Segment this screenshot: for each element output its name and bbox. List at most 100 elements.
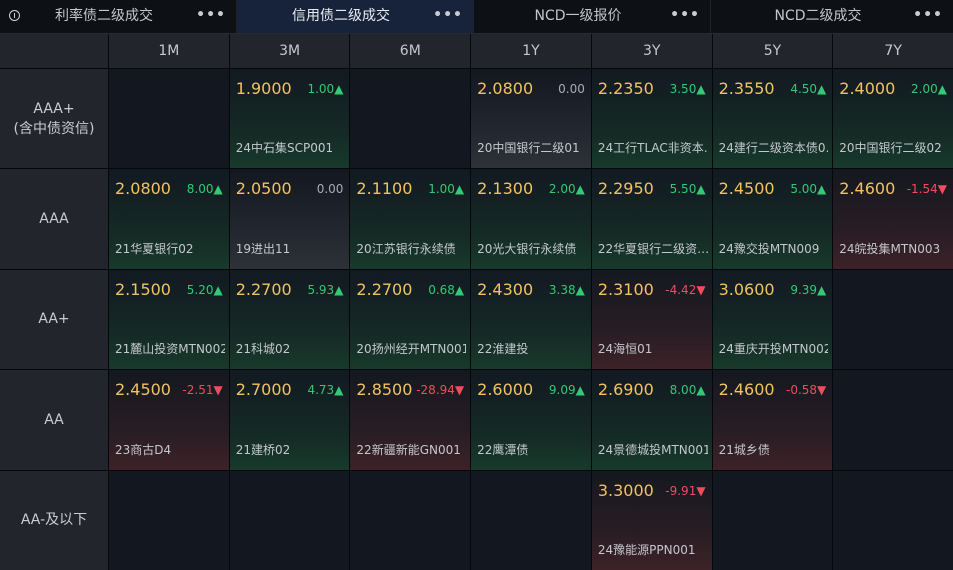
bond-name: 22淮建投 — [477, 342, 529, 357]
yield-rate: 2.2700 — [356, 279, 413, 299]
bp-change: -28.94▼ — [416, 383, 465, 398]
bp-change: 8.00▲ — [669, 383, 706, 398]
yield-rate: 2.6000 — [477, 380, 534, 400]
bond-name: 21建桥02 — [235, 442, 291, 457]
yield-matrix: 1M 3M 6M 1Y 3Y 5Y 7Y AAA+ (含中债资信) 1.9000 1.… — [0, 34, 953, 570]
more-dots-icon[interactable]: ••• — [913, 0, 943, 30]
bond-cell[interactable]: 2.0800 8.00▲ 21华夏银行02 — [109, 169, 229, 269]
column-header-5y[interactable]: 5Y — [712, 34, 833, 68]
column-header-1m[interactable]: 1M — [109, 34, 229, 68]
row-header-label: AAA — [39, 211, 69, 228]
bp-change: 4.50▲ — [790, 82, 827, 96]
yield-rate: 3.3000 — [597, 480, 654, 500]
bp-change: 1.00▲ — [307, 82, 344, 96]
tab-label: 信用债二级成交 — [292, 8, 390, 24]
row-header-label: (含中债资信) — [13, 120, 95, 137]
bond-cell[interactable]: 2.4000 2.00▲ 20中国银行二级02 — [833, 69, 953, 169]
bond-cell[interactable]: 2.0500 0.00 19进出11 — [229, 169, 350, 269]
bond-name: 22鹰潭债 — [477, 442, 529, 457]
tab-ncd-secondary[interactable]: NCD二级成交 ••• — [711, 0, 953, 33]
more-dots-icon[interactable]: ••• — [433, 0, 463, 30]
bond-cell[interactable]: 2.2350 3.50▲ 24工行TLAC非资本… — [591, 69, 712, 169]
bond-cell[interactable]: 2.8500 -28.94▼ 22新疆新能GN001 — [350, 370, 471, 470]
bond-name: 23商古D4 — [115, 442, 172, 457]
empty-cell — [833, 269, 953, 370]
yield-rate: 2.4500 — [718, 179, 775, 199]
column-header-7y[interactable]: 7Y — [833, 34, 953, 68]
bond-name: 24豫能源PPN001 — [597, 543, 696, 557]
bp-change: 8.00▲ — [186, 182, 223, 197]
row-header-label: AA — [44, 411, 64, 428]
empty-cell — [833, 470, 953, 570]
bond-cell[interactable]: 2.4600 -1.54▼ 24皖投集MTN003 — [833, 169, 953, 269]
more-dots-icon[interactable]: ••• — [670, 0, 700, 30]
yield-rate: 2.4300 — [477, 279, 534, 299]
bond-cell[interactable]: 2.3550 4.50▲ 24建行二级资本债0… — [712, 69, 833, 169]
bond-cell[interactable]: 3.3000 -9.91▼ 24豫能源PPN001 — [591, 470, 712, 570]
bond-cell[interactable]: 2.4600 -0.58▼ 21城乡债 — [712, 370, 833, 470]
column-header-3y[interactable]: 3Y — [591, 34, 712, 68]
bp-change: 9.09▲ — [548, 383, 585, 398]
bond-cell[interactable]: 2.6000 9.09▲ 22鹰潭债 — [471, 370, 591, 470]
bond-name: 21麓山投资MTN002 — [115, 342, 225, 357]
tab-rate-bond-secondary[interactable]: 利率债二级成交 ••• — [0, 0, 237, 33]
bp-change: -0.58▼ — [786, 383, 827, 398]
row-header: AA — [0, 370, 108, 470]
bond-name: 24建行二级资本债0… — [718, 141, 829, 156]
bond-name: 20中国银行二级01 — [477, 141, 580, 156]
bp-change: -9.91▼ — [665, 483, 706, 498]
tab-label: 利率债二级成交 — [55, 8, 153, 24]
row-header-label: AA-及以下 — [20, 512, 88, 529]
bond-cell[interactable]: 2.2700 0.68▲ 20扬州经开MTN001 — [350, 269, 471, 370]
bond-cell[interactable]: 2.1100 1.00▲ 20江苏银行永续债 — [350, 169, 471, 269]
row-header: AA-及以下 — [0, 470, 108, 570]
bond-cell[interactable]: 2.7000 4.73▲ 21建桥02 — [229, 370, 350, 470]
bond-cell[interactable]: 1.9000 1.00▲ 24中石集SCP001 — [229, 69, 350, 169]
column-header-3m[interactable]: 3M — [229, 34, 350, 68]
yield-rate: 2.3100 — [597, 279, 654, 299]
bond-cell[interactable]: 2.4500 -2.51▼ 23商古D4 — [109, 370, 229, 470]
bond-name: 21城乡债 — [718, 442, 770, 457]
bond-name: 24工行TLAC非资本… — [597, 141, 708, 156]
bp-change: 9.39▲ — [790, 282, 827, 297]
bp-change: 1.00▲ — [428, 182, 465, 197]
matrix-corner — [0, 34, 108, 68]
yield-rate: 2.4600 — [839, 179, 896, 199]
row-header: AA+ — [0, 269, 108, 370]
bond-name: 24中石集SCP001 — [235, 141, 334, 156]
bond-name: 24豫交投MTN009 — [718, 241, 820, 256]
tab-bar: 利率债二级成交 ••• 信用债二级成交 ••• NCD一级报价 ••• NCD二… — [0, 0, 953, 34]
bond-name: 20中国银行二级02 — [839, 141, 942, 156]
column-header-6m[interactable]: 6M — [350, 34, 471, 68]
bond-cell[interactable]: 2.0800 0.00 20中国银行二级01 — [471, 69, 591, 169]
yield-rate: 2.6900 — [597, 380, 654, 400]
empty-cell — [109, 470, 229, 570]
more-dots-icon[interactable]: ••• — [196, 0, 226, 30]
bp-change: 0.68▲ — [428, 282, 465, 297]
yield-rate: 2.8500 — [356, 380, 413, 400]
tab-label: NCD二级成交 — [774, 8, 862, 24]
row-header: AAA+ (含中债资信) — [0, 69, 108, 169]
bond-cell[interactable]: 2.1500 5.20▲ 21麓山投资MTN002 — [109, 269, 229, 370]
bp-change: -4.42▼ — [665, 282, 706, 297]
yield-rate: 2.4600 — [718, 380, 775, 400]
yield-rate: 1.9000 — [235, 79, 292, 98]
row-header-label: AA+ — [38, 311, 70, 328]
bond-cell[interactable]: 2.3100 -4.42▼ 24海恒01 — [591, 269, 712, 370]
bond-cell[interactable]: 2.2700 5.93▲ 21科城02 — [229, 269, 350, 370]
tab-ncd-primary-quote[interactable]: NCD一级报价 ••• — [474, 0, 711, 33]
bond-cell[interactable]: 3.0600 9.39▲ 24重庆开投MTN002 — [712, 269, 833, 370]
bond-cell[interactable]: 2.6900 8.00▲ 24景德城投MTN001 — [591, 370, 712, 470]
yield-rate: 2.2350 — [597, 79, 654, 98]
bond-name: 21华夏银行02 — [115, 241, 194, 256]
bond-cell[interactable]: 2.4500 5.00▲ 24豫交投MTN009 — [712, 169, 833, 269]
bond-cell[interactable]: 2.4300 3.38▲ 22淮建投 — [471, 269, 591, 370]
column-header-1y[interactable]: 1Y — [471, 34, 591, 68]
bond-cell[interactable]: 2.1300 2.00▲ 20光大银行永续债 — [471, 169, 591, 269]
tab-credit-bond-secondary[interactable]: 信用债二级成交 ••• — [237, 0, 474, 33]
bp-change: -1.54▼ — [906, 182, 947, 197]
empty-cell — [109, 69, 229, 169]
yield-rate: 2.3550 — [718, 79, 775, 98]
bond-name: 20光大银行永续债 — [477, 241, 577, 256]
bond-cell[interactable]: 2.2950 5.50▲ 22华夏银行二级资… — [591, 169, 712, 269]
